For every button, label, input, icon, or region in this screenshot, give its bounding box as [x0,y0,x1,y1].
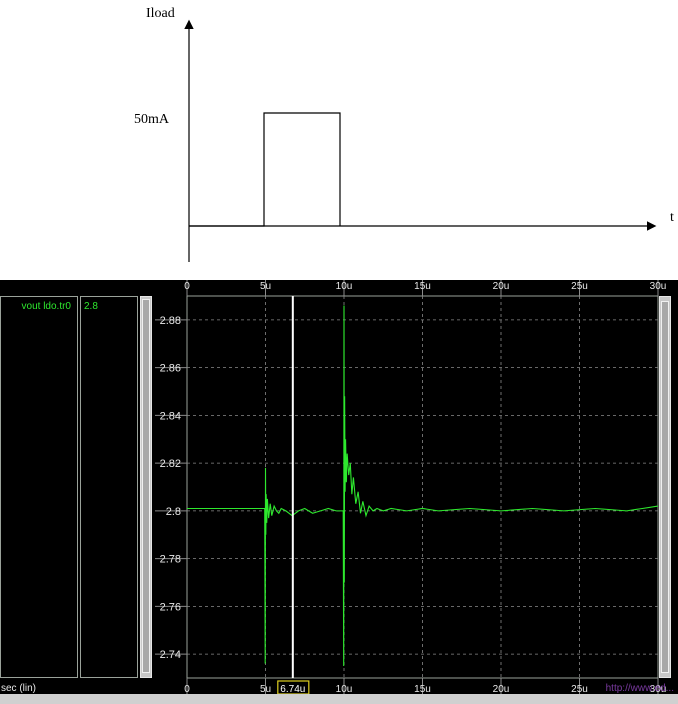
load-current-svg: Iload t 50mA [134,6,674,262]
x-tick-label-top: 5u [260,281,271,292]
series-line-vout [187,305,659,667]
y-axis-label: Iload [146,6,175,21]
y-tick-label: 2.78 [160,554,181,566]
y-tick-label: 2.8 [166,506,181,518]
waveform-viewer: vout ldo.tr0 2.8 0 0 5u 5u 10u 10u 15u 15u 20u 20… [0,280,678,704]
load-pulse [189,112,341,227]
x-unit-label: sec (lin) [1,683,37,694]
y-tick-label: 2.82 [160,458,181,470]
y-tick-label: 2.74 [160,649,181,661]
level-label: 50mA [134,112,170,127]
x-tick-label-top: 15u [414,281,431,292]
x-tick-label-top: 20u [493,281,510,292]
x-tick-label-top: 10u [336,281,353,292]
load-current-diagram: Iload t 50mA [0,0,678,280]
y-tick-label: 2.76 [160,601,181,613]
x-tick-label-top: 0 [184,281,190,292]
right-vertical-scrollbar[interactable] [659,296,671,678]
y-tick-label: 2.84 [160,410,181,422]
y-tick-label: 2.88 [160,315,181,327]
y-tick-label: 2.86 [160,363,181,375]
horizontal-scrollbar[interactable] [0,694,678,704]
watermark: http://www.ed... [605,683,674,694]
x-tick-label-top: 30u [650,281,667,292]
waveform-plot[interactable]: 005u5u10u10u15u15u20u20u25u25u30u30u2.74… [0,280,678,704]
x-axis-label: t [670,210,674,225]
x-tick-label-top: 25u [571,281,588,292]
right-scrollbar-thumb[interactable] [661,301,669,673]
